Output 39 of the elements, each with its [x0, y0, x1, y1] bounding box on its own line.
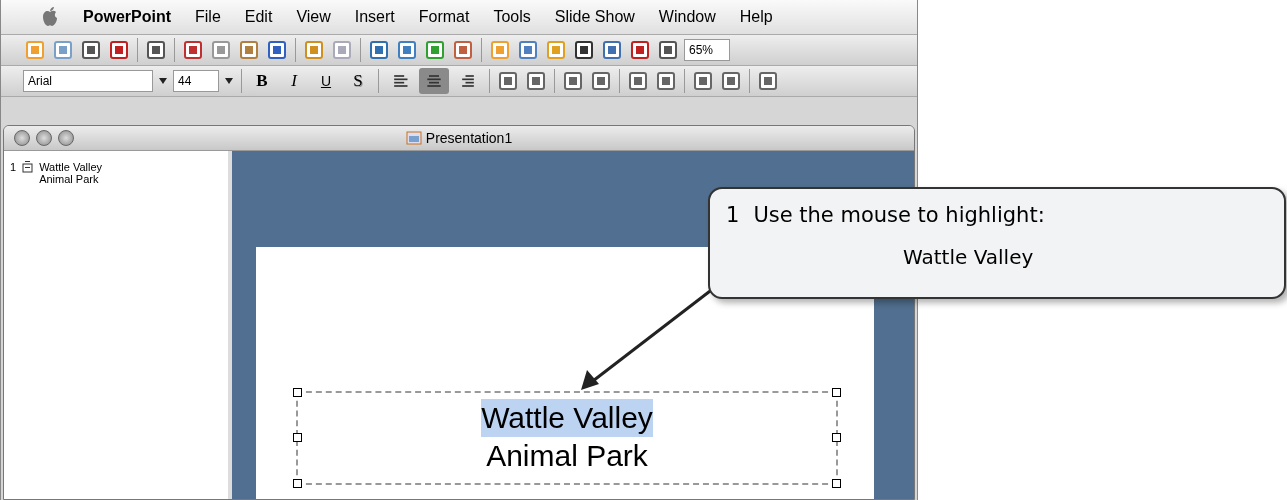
menu-item[interactable]: File [195, 8, 221, 26]
resize-handle[interactable] [832, 388, 841, 397]
resize-handle[interactable] [293, 388, 302, 397]
outline-text[interactable]: Wattle Valley [39, 161, 103, 173]
resize-handle[interactable] [832, 479, 841, 488]
menu-item[interactable]: View [296, 8, 331, 26]
font-field[interactable]: Arial [23, 70, 153, 92]
font-size-field[interactable]: 44 [173, 70, 219, 92]
resize-handle[interactable] [832, 433, 841, 442]
slide-number: 1 [10, 161, 17, 175]
slide-title-text: Wattle Valley [481, 399, 653, 437]
instruction-text: Use the mouse to highlight: [753, 203, 1045, 227]
text-align-icon [424, 72, 444, 90]
step-number: 1 [726, 203, 740, 227]
menu-item[interactable]: Edit [244, 8, 273, 26]
zoom-field[interactable]: 65% [684, 39, 730, 61]
menu-item[interactable]: Insert [354, 8, 395, 26]
apple-logo-icon[interactable] [41, 7, 59, 27]
target-text: Wattle Valley [902, 245, 1035, 269]
menu-item[interactable]: Tools [493, 8, 531, 26]
window-button[interactable] [36, 130, 52, 146]
text-style-button[interactable]: S [344, 71, 372, 91]
text-style-button[interactable]: U [312, 73, 340, 89]
menu-item[interactable]: Slide Show [554, 8, 635, 26]
text-style-button[interactable]: I [280, 71, 308, 91]
menu-item[interactable]: Help [739, 8, 773, 26]
resize-handle[interactable] [293, 479, 302, 488]
window-button[interactable] [58, 130, 74, 146]
slide-title-text: Animal Park [486, 438, 648, 474]
window-title: Presentation1 [425, 130, 513, 146]
resize-handle[interactable] [293, 433, 302, 442]
menu-item[interactable]: PowerPoint [83, 8, 171, 26]
window-button[interactable] [14, 130, 30, 146]
menu-item[interactable]: Window [658, 8, 716, 26]
document-icon [405, 130, 422, 146]
outline-text[interactable]: Animal Park [39, 173, 103, 185]
text-box[interactable]: Wattle Valley Animal Park [296, 391, 838, 485]
text-style-button[interactable]: B [248, 71, 276, 91]
menu-item[interactable]: Format [418, 8, 470, 26]
